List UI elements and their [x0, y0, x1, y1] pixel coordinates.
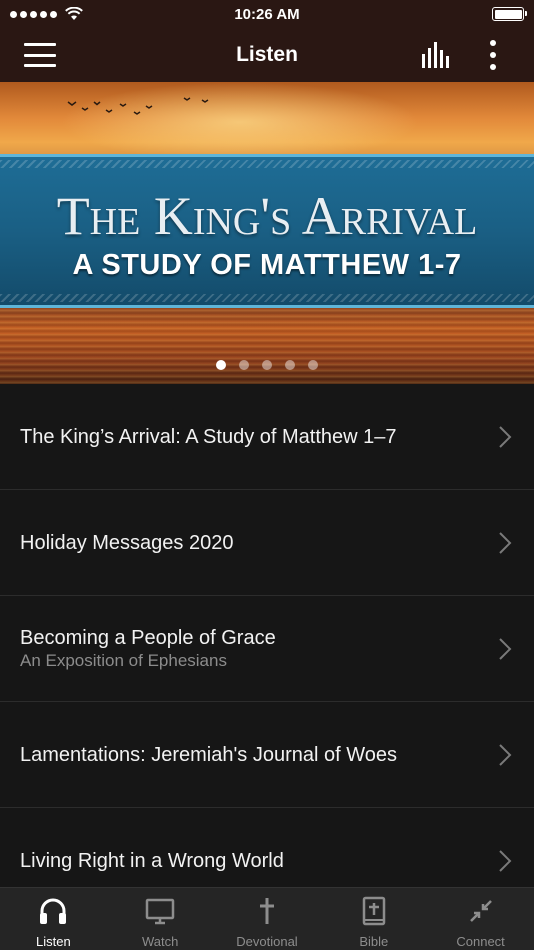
- series-title: The King’s Arrival: A Study of Matthew 1…: [20, 425, 397, 448]
- page-dot[interactable]: [285, 360, 295, 370]
- series-title: Living Right in a Wrong World: [20, 849, 284, 872]
- tab-bible[interactable]: Bible: [320, 888, 427, 950]
- page-dot[interactable]: [239, 360, 249, 370]
- chevron-right-icon: [499, 637, 512, 660]
- series-title: Becoming a People of Grace: [20, 626, 276, 649]
- chevron-right-icon: [499, 743, 512, 766]
- equalizer-icon[interactable]: [420, 42, 452, 68]
- battery-icon: [492, 7, 527, 21]
- series-title: Holiday Messages 2020: [20, 531, 234, 554]
- featured-banner[interactable]: The King's Arrival A STUDY OF MATTHEW 1-…: [0, 82, 534, 384]
- banner-title: The King's Arrival: [56, 186, 478, 246]
- signal-strength-icon: [10, 7, 83, 21]
- series-list-item[interactable]: Becoming a People of Grace An Exposition …: [0, 596, 534, 702]
- series-list: The King’s Arrival: A Study of Matthew 1…: [0, 384, 534, 914]
- more-options-icon[interactable]: [482, 40, 504, 70]
- status-bar: 10:26 AM: [0, 0, 534, 28]
- banner-title-band: The King's Arrival A STUDY OF MATTHEW 1-…: [0, 154, 534, 308]
- tab-listen[interactable]: Listen: [0, 888, 107, 950]
- page-dot[interactable]: [308, 360, 318, 370]
- series-list-item[interactable]: Lamentations: Jeremiah's Journal of Woes: [0, 702, 534, 808]
- cross-icon: [252, 896, 282, 926]
- tab-label: Connect: [456, 934, 505, 949]
- tab-label: Watch: [142, 934, 179, 949]
- tab-bar: Listen Watch Devotional Bible Connect: [0, 887, 534, 950]
- bible-icon: [359, 896, 389, 926]
- headphones-icon: [38, 896, 68, 926]
- tab-connect[interactable]: Connect: [427, 888, 534, 950]
- chevron-right-icon: [499, 531, 512, 554]
- chevron-right-icon: [499, 425, 512, 448]
- chevron-right-icon: [499, 849, 512, 872]
- page-dot[interactable]: [262, 360, 272, 370]
- wifi-icon: [65, 7, 83, 20]
- page-dot[interactable]: [216, 360, 226, 370]
- tab-devotional[interactable]: Devotional: [214, 888, 321, 950]
- series-title: Lamentations: Jeremiah's Journal of Woes: [20, 743, 397, 766]
- series-list-item[interactable]: Holiday Messages 2020: [0, 490, 534, 596]
- series-list-item[interactable]: The King’s Arrival: A Study of Matthew 1…: [0, 384, 534, 490]
- hamburger-menu-icon[interactable]: [24, 43, 56, 67]
- birds-graphic: [67, 97, 209, 115]
- series-subtitle: An Exposition of Ephesians: [20, 650, 227, 670]
- banner-page-indicator[interactable]: [0, 360, 534, 370]
- connect-icon: [466, 896, 496, 926]
- tab-watch[interactable]: Watch: [107, 888, 214, 950]
- page-title: Listen: [236, 43, 298, 66]
- nav-bar: Listen: [0, 28, 534, 82]
- tab-label: Devotional: [236, 934, 298, 949]
- tab-label: Listen: [36, 934, 71, 949]
- tv-icon: [145, 896, 175, 926]
- banner-subtitle: A STUDY OF MATTHEW 1-7: [72, 249, 462, 281]
- tab-label: Bible: [359, 934, 389, 949]
